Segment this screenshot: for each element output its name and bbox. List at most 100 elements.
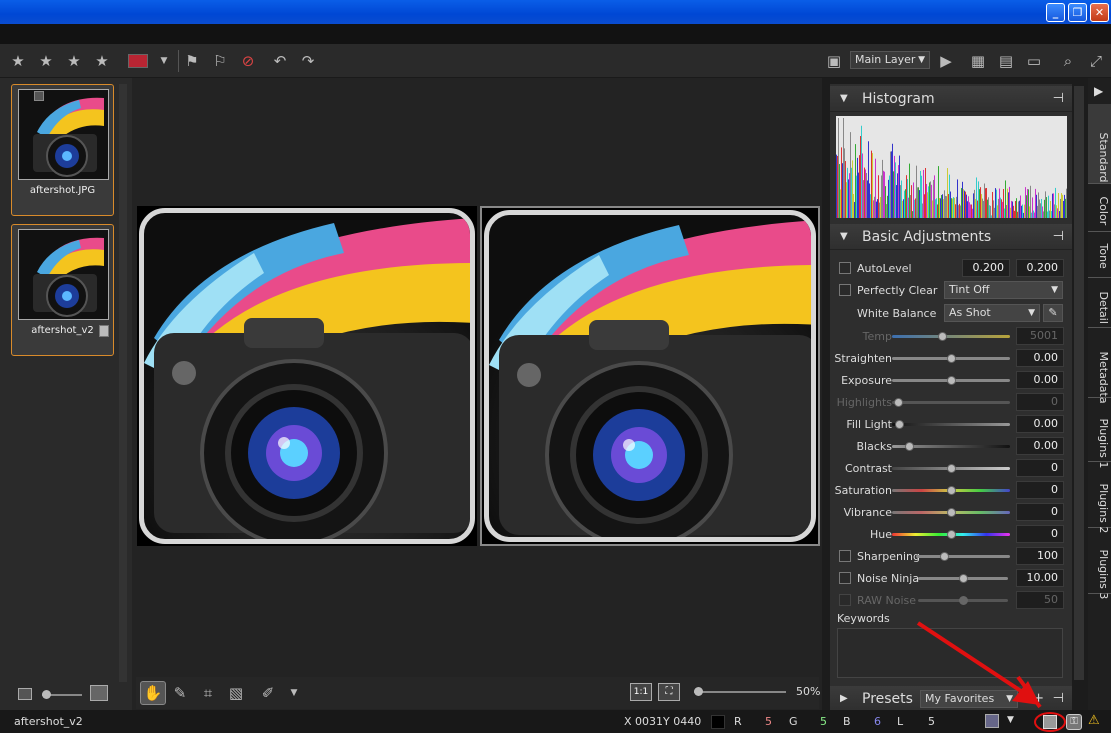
hue-value[interactable]: 0: [1016, 525, 1064, 543]
exposure-slider[interactable]: [892, 376, 1010, 385]
slider-knob[interactable]: [959, 574, 968, 583]
raw-noise-slider[interactable]: [918, 596, 1008, 605]
tint-select[interactable]: Tint Off ▼: [944, 281, 1063, 299]
slider-knob[interactable]: [947, 354, 956, 363]
fit-screen-icon[interactable]: ⛶: [658, 683, 680, 701]
pin-icon[interactable]: ⊣: [1053, 86, 1064, 112]
color-label-dropdown-icon[interactable]: ▼: [154, 52, 174, 70]
tab-metadata[interactable]: Metadata: [1088, 328, 1111, 403]
tab-plugins-3[interactable]: Plugins 3: [1088, 528, 1111, 599]
eyedropper-icon[interactable]: ✎: [170, 684, 190, 702]
sharpening-checkbox[interactable]: [839, 550, 851, 562]
filmstrip-item[interactable]: aftershot.JPG: [11, 84, 114, 216]
collapse-panel-icon[interactable]: ▶: [1094, 84, 1103, 98]
straighten-slider[interactable]: [892, 354, 1010, 363]
photo-right[interactable]: [480, 206, 820, 546]
flag-icon[interactable]: ⚑: [182, 52, 202, 70]
rotate-right-icon[interactable]: ↷: [298, 52, 318, 70]
expand-triangle-icon[interactable]: ▶: [840, 686, 848, 712]
tab-plugins-1[interactable]: Plugins 1: [1088, 398, 1111, 468]
thumb-size-slider[interactable]: [42, 690, 82, 699]
white-balance-select[interactable]: As Shot ▼: [944, 304, 1040, 322]
tab-plugins-2[interactable]: Plugins 2: [1088, 462, 1111, 533]
slider-knob[interactable]: [42, 690, 51, 699]
checkered-flag-icon[interactable]: ⚐: [210, 52, 230, 70]
minimize-button[interactable]: _: [1046, 3, 1065, 22]
contrast-slider[interactable]: [892, 464, 1010, 473]
highlights-slider[interactable]: [892, 398, 1010, 407]
close-button[interactable]: ✕: [1090, 3, 1109, 22]
blacks-value[interactable]: 0.00: [1016, 437, 1064, 455]
hand-tool-icon[interactable]: ✋: [140, 681, 166, 705]
slider-knob[interactable]: [937, 332, 947, 341]
chevron-down-icon[interactable]: ▼: [284, 684, 304, 702]
profile-icon[interactable]: [985, 714, 999, 728]
slideshow-icon[interactable]: ▶: [936, 52, 956, 70]
star-rating-4[interactable]: ★: [92, 52, 112, 70]
sharpening-value[interactable]: 100: [1016, 547, 1064, 565]
autolevel-checkbox[interactable]: [839, 262, 851, 274]
slider-knob[interactable]: [904, 442, 914, 451]
tab-color[interactable]: Color: [1088, 184, 1111, 232]
slider-knob[interactable]: [947, 530, 956, 539]
slider-knob[interactable]: [947, 464, 956, 473]
exposure-value[interactable]: 0.00: [1016, 371, 1064, 389]
perfectly-clear-checkbox[interactable]: [839, 284, 851, 296]
layer-select[interactable]: Main Layer ▼: [850, 51, 930, 69]
small-thumb-icon[interactable]: [18, 688, 32, 700]
one-to-one-button[interactable]: 1:1: [630, 683, 652, 701]
temp-slider[interactable]: [892, 332, 1010, 341]
zoom-icon[interactable]: ⌕: [1058, 52, 1078, 70]
blacks-slider[interactable]: [892, 442, 1010, 451]
grid-view-icon[interactable]: ▦: [968, 52, 988, 70]
raw-noise-value[interactable]: 50: [1016, 591, 1064, 609]
star-rating-1[interactable]: ★: [8, 52, 28, 70]
slider-knob[interactable]: [694, 687, 703, 696]
slider-knob[interactable]: [940, 552, 950, 561]
crop-icon[interactable]: ⌗: [198, 684, 218, 702]
zoom-slider[interactable]: [694, 687, 786, 696]
lock-icon[interactable]: ⚿: [1066, 714, 1082, 730]
collapse-triangle-icon[interactable]: ▼: [840, 86, 848, 112]
eyedropper-icon[interactable]: ✎: [1043, 304, 1063, 322]
color-label-swatch[interactable]: [128, 54, 148, 68]
slider-knob[interactable]: [959, 596, 968, 605]
warning-icon[interactable]: ⚠: [1088, 713, 1100, 728]
saturation-slider[interactable]: [892, 486, 1010, 495]
filmstrip-item[interactable]: aftershot_v2: [11, 224, 114, 356]
fill-light-slider[interactable]: [892, 420, 1010, 429]
slider-knob[interactable]: [947, 486, 956, 495]
brush-icon[interactable]: ✐: [258, 684, 278, 702]
tab-tone[interactable]: Tone: [1088, 232, 1111, 278]
pin-icon[interactable]: ⊣: [1053, 224, 1064, 250]
rotate-left-icon[interactable]: ↶: [270, 52, 290, 70]
slider-knob[interactable]: [895, 420, 905, 429]
straighten-icon[interactable]: ▧: [226, 684, 246, 702]
histogram-header[interactable]: ▼ Histogram ⊣: [830, 86, 1072, 112]
single-view-icon[interactable]: ▭: [1024, 52, 1044, 70]
panel-scrollbar[interactable]: [1074, 86, 1084, 680]
fill-light-value[interactable]: 0.00: [1016, 415, 1064, 433]
image-viewer[interactable]: [132, 78, 822, 710]
autolevel-value-2[interactable]: 0.200: [1016, 259, 1064, 277]
temp-value[interactable]: 5001: [1016, 327, 1064, 345]
sharpening-slider[interactable]: [916, 552, 1010, 561]
split-view-icon[interactable]: [1043, 715, 1057, 729]
star-rating-3[interactable]: ★: [64, 52, 84, 70]
chevron-down-icon[interactable]: ▼: [1007, 715, 1014, 725]
noise-ninja-value[interactable]: 10.00: [1016, 569, 1064, 587]
tab-standard[interactable]: Standard: [1088, 104, 1111, 184]
select-checkbox[interactable]: [34, 91, 44, 101]
noise-ninja-slider[interactable]: [918, 574, 1008, 583]
reject-flag-icon[interactable]: ⊘: [238, 52, 258, 70]
collapse-triangle-icon[interactable]: ▼: [840, 224, 848, 250]
vibrance-value[interactable]: 0: [1016, 503, 1064, 521]
noise-ninja-checkbox[interactable]: [839, 572, 851, 584]
vibrance-slider[interactable]: [892, 508, 1010, 517]
slider-knob[interactable]: [893, 398, 903, 407]
layers-icon[interactable]: ▣: [824, 52, 844, 70]
photo-left[interactable]: [137, 206, 477, 546]
hue-slider[interactable]: [892, 530, 1010, 539]
large-thumb-icon[interactable]: [90, 685, 108, 701]
contrast-value[interactable]: 0: [1016, 459, 1064, 477]
